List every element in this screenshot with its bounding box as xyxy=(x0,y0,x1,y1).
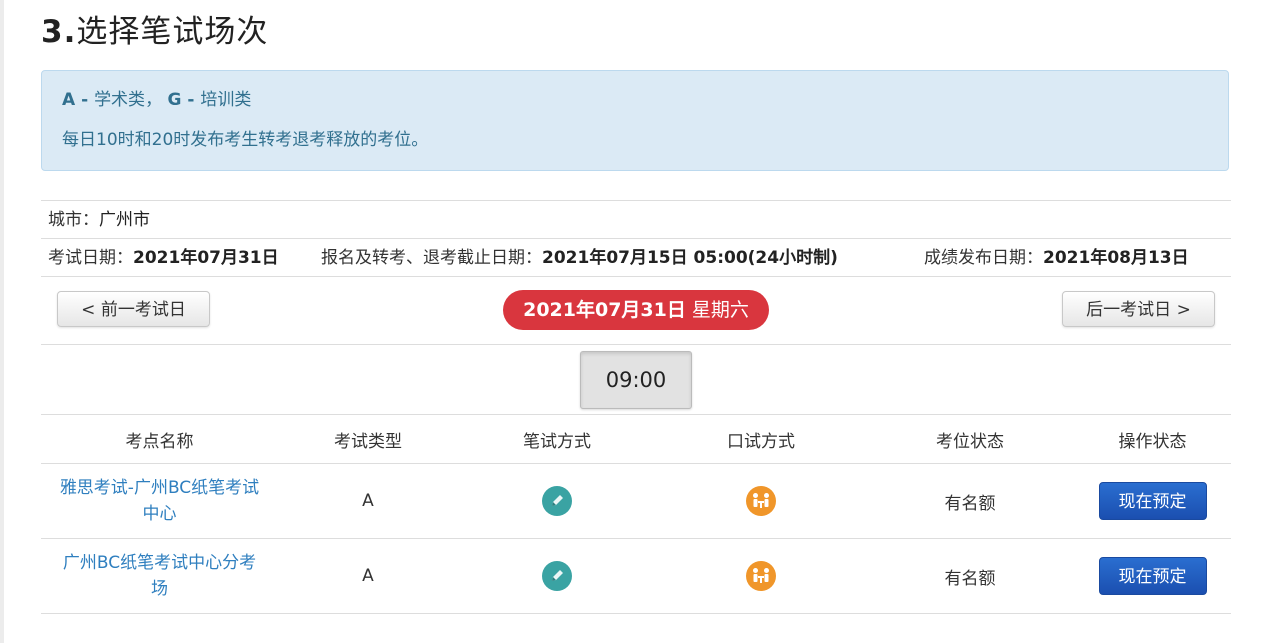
header-written-mode: 笔试方式 xyxy=(458,414,656,464)
page-title: 3.选择笔试场次 xyxy=(41,11,268,53)
table-row: 雅思考试-广州BC纸笔考试 中心 A 有名额 现在预定 xyxy=(41,463,1231,539)
speaking-mode-cell xyxy=(656,538,866,614)
result-date-info: 成绩发布日期：2021年08月13日 xyxy=(924,239,1189,277)
venue-link[interactable]: 广州BC纸笔考试中心分考场 xyxy=(63,550,256,602)
written-mode-cell xyxy=(458,538,656,614)
face-to-face-icon xyxy=(746,561,776,591)
time-slot-row: 09:00 xyxy=(41,344,1231,415)
result-date-value: 2021年08月13日 xyxy=(1043,248,1189,268)
deadline-label: 报名及转考、退考截止日期： xyxy=(321,248,542,268)
venue-name-cell: 雅思考试-广州BC纸笔考试 中心 xyxy=(41,463,278,539)
seat-status-cell: 有名额 xyxy=(866,538,1074,614)
table-header-row: 考点名称 考试类型 笔试方式 口试方式 考位状态 操作状态 xyxy=(41,414,1231,464)
time-slot-button[interactable]: 09:00 xyxy=(580,351,692,409)
type-a-text: 学术类 xyxy=(94,90,146,110)
header-action: 操作状态 xyxy=(1074,414,1231,464)
page-title-text: 选择笔试场次 xyxy=(76,14,269,50)
face-to-face-icon xyxy=(746,486,776,516)
type-a-code: A - xyxy=(62,90,95,110)
exam-date-value: 2021年07月31日 xyxy=(133,248,279,268)
book-now-button[interactable]: 现在预定 xyxy=(1098,482,1207,520)
exam-date-info: 考试日期：2021年07月31日 xyxy=(48,239,279,277)
dates-row: 考试日期：2021年07月31日 报名及转考、退考截止日期：2021年07月15… xyxy=(41,238,1231,277)
header-seat-status: 考位状态 xyxy=(866,414,1074,464)
venue-name-line2: 场 xyxy=(150,579,168,599)
left-edge-strip xyxy=(0,0,4,643)
type-legend: A - 学术类， G - 培训类 xyxy=(62,85,251,110)
header-exam-type: 考试类型 xyxy=(278,414,458,464)
pencil-icon xyxy=(542,486,572,516)
speaking-mode-cell xyxy=(656,463,866,539)
pencil-icon xyxy=(542,561,572,591)
deadline-info: 报名及转考、退考截止日期：2021年07月15日 05:00(24小时制) xyxy=(321,239,838,277)
book-now-button[interactable]: 现在预定 xyxy=(1098,557,1207,595)
exam-date-label: 考试日期： xyxy=(48,248,133,268)
venue-link[interactable]: 雅思考试-广州BC纸笔考试 中心 xyxy=(60,475,259,527)
current-weekday: 星期六 xyxy=(685,299,749,321)
written-mode-cell xyxy=(458,463,656,539)
page-title-number: 3. xyxy=(41,14,77,50)
venue-table: 考点名称 考试类型 笔试方式 口试方式 考位状态 操作状态 雅思考试-广州BC纸… xyxy=(41,414,1231,614)
table-row: 广州BC纸笔考试中心分考场 A 有名额 现在预定 xyxy=(41,538,1231,614)
venue-name-cell: 广州BC纸笔考试中心分考场 xyxy=(41,538,278,614)
city-info: 城市：广州市 xyxy=(48,201,150,239)
type-g-text: 培训类 xyxy=(200,90,252,110)
exam-type-cell: A xyxy=(278,463,458,539)
result-date-label: 成绩发布日期： xyxy=(924,248,1043,268)
city-row: 城市：广州市 xyxy=(41,200,1231,239)
action-cell: 现在预定 xyxy=(1074,538,1231,614)
city-label: 城市： xyxy=(48,210,99,230)
header-venue-name: 考点名称 xyxy=(41,414,278,464)
legend-separator: ， xyxy=(145,90,168,110)
venue-name-line1: 雅思考试-广州BC纸笔考试 xyxy=(59,478,260,498)
type-g-code: G - xyxy=(167,90,201,110)
current-date-value: 2021年07月31日 xyxy=(523,299,686,321)
prev-exam-day-button[interactable]: < 前一考试日 xyxy=(57,291,210,327)
seat-status-cell: 有名额 xyxy=(866,463,1074,539)
next-exam-day-button[interactable]: 后一考试日 > xyxy=(1062,291,1215,327)
deadline-value: 2021年07月15日 05:00(24小时制) xyxy=(542,248,838,268)
city-value: 广州市 xyxy=(99,210,150,230)
release-notice: 每日10时和20时发布考生转考退考释放的考位。 xyxy=(62,130,429,150)
venue-name-line2: 中心 xyxy=(142,504,177,524)
date-navigation: < 前一考试日 2021年07月31日 星期六 后一考试日 > xyxy=(41,276,1231,345)
venue-name-line1: 广州BC纸笔考试中心分考 xyxy=(62,553,257,573)
current-date-badge: 2021年07月31日 星期六 xyxy=(503,290,769,330)
info-notice: A - 学术类， G - 培训类 每日10时和20时发布考生转考退考释放的考位。 xyxy=(41,70,1229,171)
action-cell: 现在预定 xyxy=(1074,463,1231,539)
header-speaking-mode: 口试方式 xyxy=(656,414,866,464)
exam-type-cell: A xyxy=(278,538,458,614)
